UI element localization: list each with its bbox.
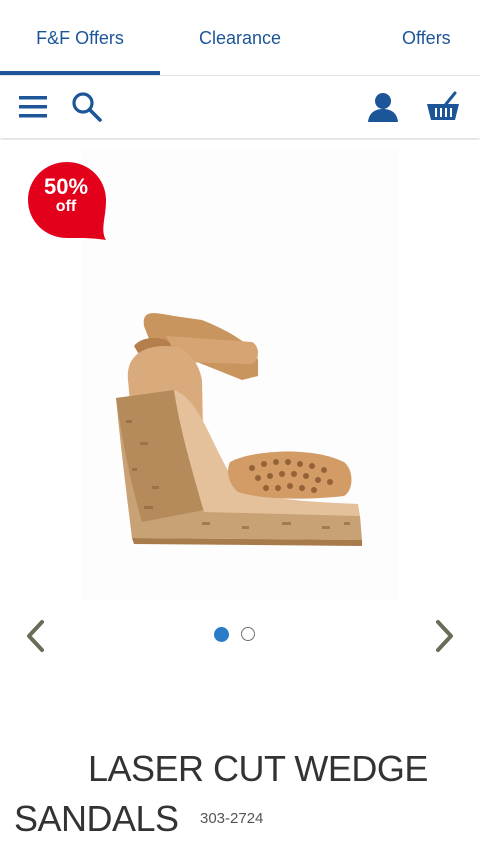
tab-offers[interactable]: Offers [320,0,480,76]
chevron-left-icon [27,620,44,652]
tab-label: F&F Offers [36,27,124,48]
gallery-pagination [214,626,264,642]
discount-percent: 50% [43,174,89,199]
discount-badge-text: 50% off [26,176,106,215]
product-image[interactable] [82,150,398,600]
tab-clearance[interactable]: Clearance [160,0,320,76]
product-title-line-2: SANDALS [14,798,179,839]
next-image-button[interactable] [430,616,460,656]
tab-label: Offers [402,27,451,48]
pagination-dot-2[interactable] [241,627,255,641]
top-tab-bar: F&F Offers Clearance Offers [0,0,480,76]
tab-label: Clearance [198,27,282,48]
tab-ff-offers[interactable]: F&F Offers [0,0,160,76]
product-sku: 303-2724 [200,810,264,827]
pagination-dot-1[interactable] [214,626,229,642]
active-tab-indicator [0,71,160,75]
account-icon[interactable] [366,90,400,124]
discount-suffix: off [55,198,77,215]
search-icon[interactable] [70,90,104,124]
previous-image-button[interactable] [20,616,50,656]
product-gallery: 50% off [0,140,480,670]
chevron-right-icon [436,620,453,652]
basket-icon[interactable] [426,90,460,124]
product-title-line-1: LASER CUT WEDGE [88,748,428,789]
menu-icon[interactable] [16,90,50,124]
header-toolbar [0,76,480,138]
